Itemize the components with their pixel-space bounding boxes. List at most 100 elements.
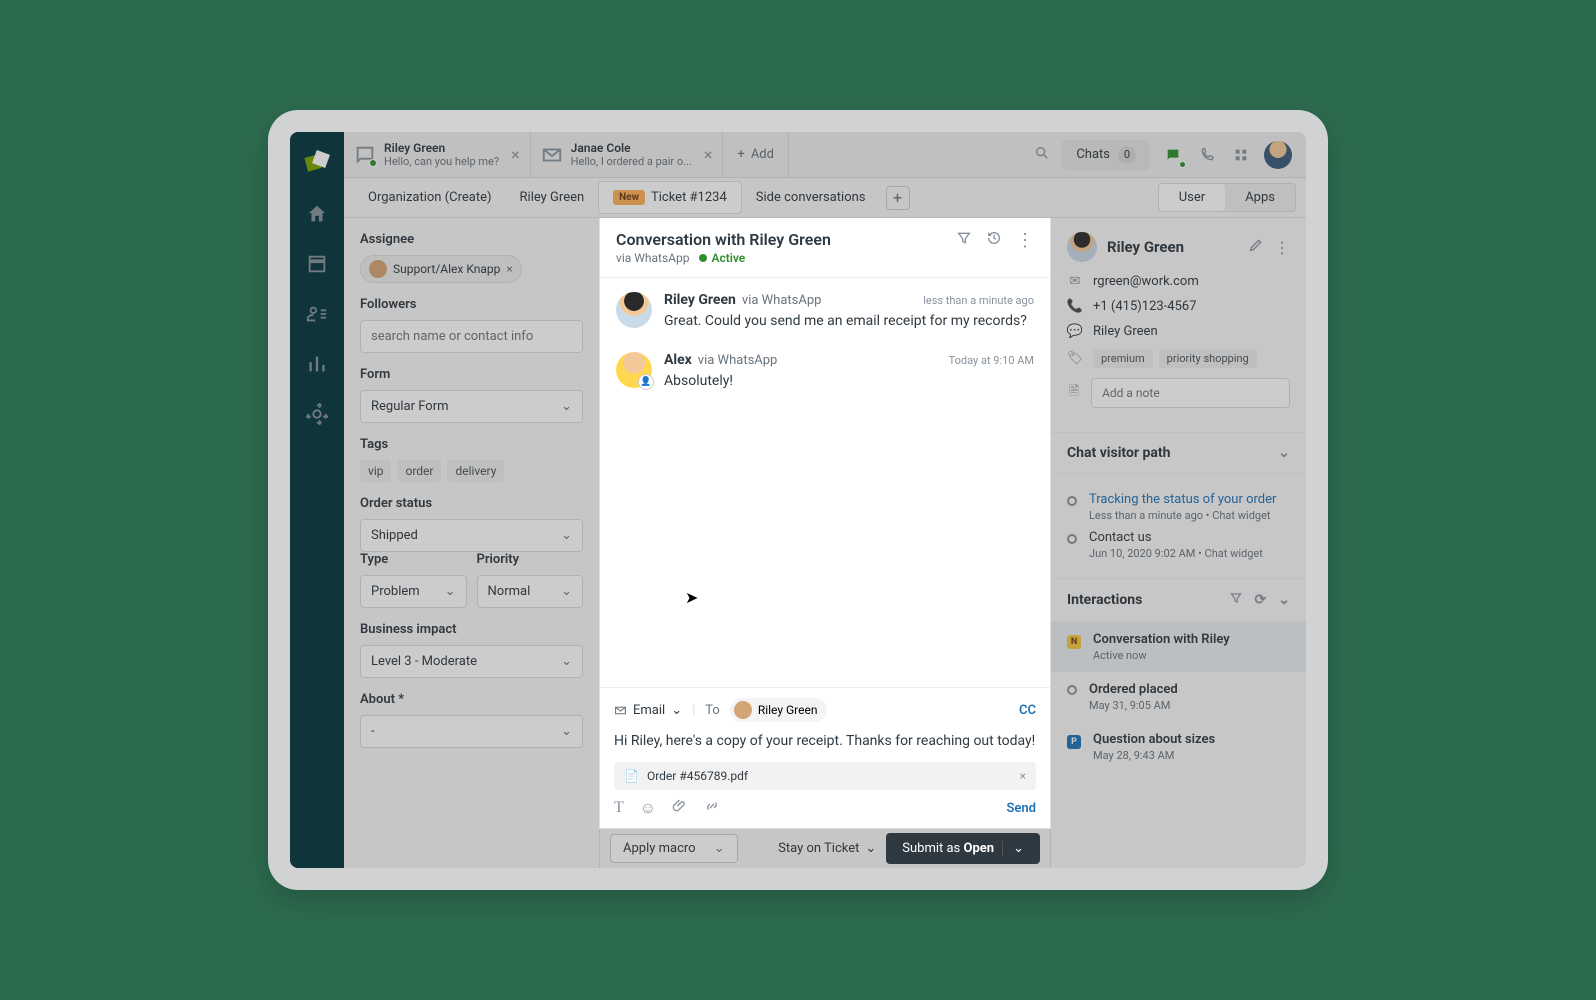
pdf-icon: 📄 xyxy=(624,769,639,783)
tab-user-panel[interactable]: User xyxy=(1159,184,1225,211)
history-icon[interactable] xyxy=(986,230,1002,251)
interaction-item[interactable]: PQuestion about sizesMay 28, 9:43 AM xyxy=(1051,722,1306,772)
form-select[interactable]: Regular Form xyxy=(360,390,583,423)
send-button[interactable]: Send xyxy=(1006,801,1036,816)
avatar-icon xyxy=(734,701,752,719)
emoji-icon[interactable]: ☺ xyxy=(640,798,656,818)
reporting-icon[interactable] xyxy=(305,352,329,376)
more-icon[interactable]: ⋮ xyxy=(1274,238,1290,257)
close-icon[interactable]: × xyxy=(704,145,713,164)
stay-on-ticket-button[interactable]: Stay on Ticket⌄ xyxy=(778,841,876,856)
business-impact-label: Business impact xyxy=(360,622,583,637)
conversation-tab-0[interactable]: Riley GreenHello, can you help me? × xyxy=(344,132,531,177)
link-icon[interactable] xyxy=(704,798,720,818)
chevron-down-icon: ⌄ xyxy=(1278,592,1290,608)
about-select[interactable]: - xyxy=(360,715,583,748)
composer: Email⌄ | To Riley Green CC Hi Riley, her… xyxy=(600,687,1050,828)
conversation-header: Conversation with Riley Green via WhatsA… xyxy=(600,218,1050,278)
top-bar: Riley GreenHello, can you help me? × Jan… xyxy=(344,132,1306,178)
chats-pill[interactable]: Chats0 xyxy=(1062,140,1150,170)
nav-rail xyxy=(290,132,344,868)
conversation-panel: Conversation with Riley Green via WhatsA… xyxy=(600,218,1050,868)
timeline-dot-icon xyxy=(1067,496,1077,506)
online-dot-icon xyxy=(369,159,377,167)
conversation-tab-1[interactable]: Janae ColeHello, I ordered a pair o... × xyxy=(531,132,724,177)
form-label: Form xyxy=(360,367,583,382)
tab-side-conversations[interactable]: Side conversations xyxy=(742,182,880,213)
remove-attachment-icon[interactable]: × xyxy=(1020,769,1026,783)
refresh-icon[interactable]: ⟳ xyxy=(1255,592,1267,608)
text-format-icon[interactable]: T xyxy=(614,799,624,817)
attach-icon[interactable] xyxy=(672,798,688,818)
phone-icon[interactable] xyxy=(1196,144,1218,166)
new-badge: New xyxy=(613,190,645,205)
chat-visitor-path: Tracking the status of your orderLess th… xyxy=(1051,474,1306,579)
tab-organization[interactable]: Organization (Create) xyxy=(354,182,506,213)
avatar-icon xyxy=(1067,232,1097,262)
order-status-select[interactable]: Shipped xyxy=(360,519,583,552)
apply-macro-button[interactable]: Apply macro xyxy=(610,834,738,863)
tab-preview: Hello, can you help me? xyxy=(384,155,499,168)
edit-icon[interactable] xyxy=(1248,237,1264,257)
add-tab-button[interactable]: +Add xyxy=(723,132,789,177)
tags-label: Tags xyxy=(360,437,583,452)
plus-icon: + xyxy=(737,147,744,162)
followers-input[interactable] xyxy=(360,320,583,353)
recipient-chip[interactable]: Riley Green xyxy=(730,698,828,722)
user-tag[interactable]: priority shopping xyxy=(1159,349,1257,368)
interaction-item[interactable]: NConversation with RileyActive now xyxy=(1051,622,1306,672)
order-status-label: Order status xyxy=(360,496,583,511)
interactions-header[interactable]: Interactions⟳⌄ xyxy=(1051,579,1306,622)
apps-icon[interactable] xyxy=(1230,144,1252,166)
channel-select[interactable]: Email⌄ xyxy=(614,703,682,718)
assignee-label: Assignee xyxy=(360,232,583,247)
email-icon: ✉ xyxy=(1067,274,1083,289)
user-tag[interactable]: premium xyxy=(1093,349,1153,368)
chat-visitor-header[interactable]: Chat visitor path⌄ xyxy=(1051,433,1306,474)
more-icon[interactable]: ⋮ xyxy=(1016,230,1034,251)
tags-row: vip order delivery xyxy=(360,460,583,482)
tab-apps-panel[interactable]: Apps xyxy=(1225,184,1295,211)
customers-icon[interactable] xyxy=(305,302,329,326)
conversation-body: Riley Greenvia WhatsAppless than a minut… xyxy=(600,278,1050,687)
interaction-item[interactable]: Ordered placedMay 31, 9:05 AM xyxy=(1051,672,1306,722)
tab-name: Janae Cole xyxy=(571,141,692,155)
attachment-chip[interactable]: 📄 Order #456789.pdf × xyxy=(614,762,1036,790)
tab-user[interactable]: Riley Green xyxy=(506,182,599,213)
user-phone: +1 (415)123-4567 xyxy=(1093,299,1197,314)
conversation-via: via WhatsApp xyxy=(616,251,689,265)
filter-icon[interactable] xyxy=(956,230,972,251)
context-right-tabs: User Apps xyxy=(1158,183,1296,212)
tab-ticket[interactable]: NewTicket #1234 xyxy=(598,181,742,214)
remove-icon[interactable]: × xyxy=(506,262,512,276)
user-name: Riley Green xyxy=(1107,238,1238,256)
app-logo xyxy=(304,150,330,176)
close-icon[interactable]: × xyxy=(511,145,520,164)
add-context-tab[interactable]: + xyxy=(886,186,910,210)
views-icon[interactable] xyxy=(305,252,329,276)
conversation-title: Conversation with Riley Green xyxy=(616,230,956,249)
filter-icon[interactable] xyxy=(1229,591,1243,609)
ticket-properties: Assignee Support/Alex Knapp× Followers F… xyxy=(344,218,600,868)
tag-item[interactable]: vip xyxy=(360,460,391,482)
status-badge-icon: P xyxy=(1067,735,1081,749)
priority-select[interactable]: Normal xyxy=(477,575,584,608)
cc-button[interactable]: CC xyxy=(1019,703,1036,718)
add-note-input[interactable] xyxy=(1091,378,1290,408)
assignee-chip[interactable]: Support/Alex Knapp× xyxy=(360,255,522,283)
submit-button[interactable]: Submit as Open⌄ xyxy=(886,833,1040,864)
tag-item[interactable]: order xyxy=(397,460,441,482)
composer-body[interactable]: Hi Riley, here's a copy of your receipt.… xyxy=(614,732,1036,752)
type-select[interactable]: Problem xyxy=(360,575,467,608)
home-icon[interactable] xyxy=(305,202,329,226)
search-icon[interactable] xyxy=(1034,145,1050,165)
chat-active-icon[interactable] xyxy=(1162,144,1184,166)
agent-badge-icon: 👤 xyxy=(638,374,654,390)
admin-icon[interactable] xyxy=(305,402,329,426)
profile-avatar[interactable] xyxy=(1264,141,1292,169)
tag-item[interactable]: delivery xyxy=(447,460,504,482)
user-panel: Riley Green ⋮ ✉rgreen@work.com 📞+1 (415)… xyxy=(1050,218,1306,868)
path-link[interactable]: Tracking the status of your order xyxy=(1089,492,1290,507)
business-impact-select[interactable]: Level 3 - Moderate xyxy=(360,645,583,678)
context-tabs: Organization (Create) Riley Green NewTic… xyxy=(344,178,1306,218)
